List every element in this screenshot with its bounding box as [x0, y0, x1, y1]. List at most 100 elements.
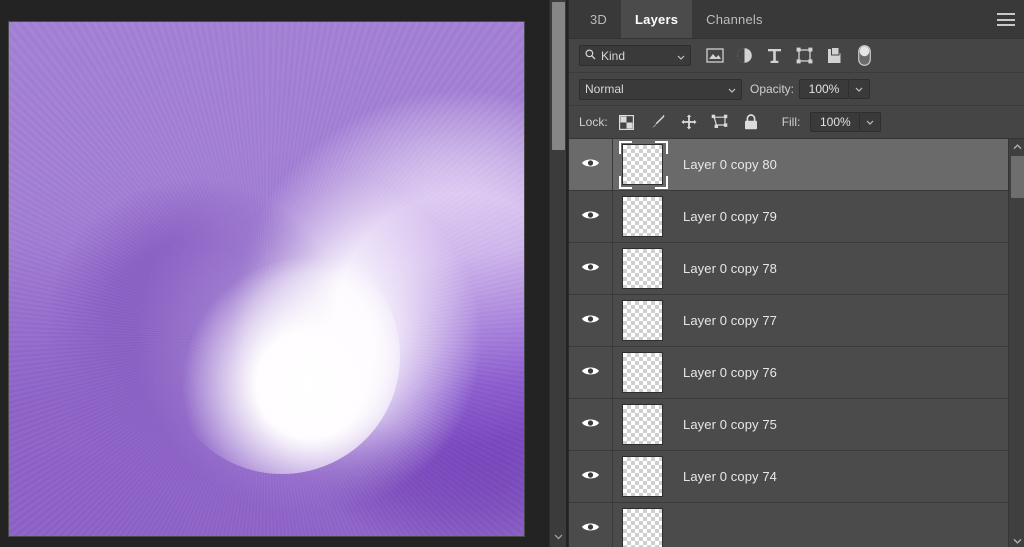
tab-channels[interactable]: Channels: [692, 0, 777, 38]
layer-thumbnail-cell[interactable]: [613, 347, 671, 398]
layer-visibility-toggle[interactable]: [569, 139, 613, 190]
layer-name-label: Layer 0 copy 79: [671, 209, 777, 224]
document-canvas-area[interactable]: [0, 0, 568, 547]
layers-panel-body: Kind: [569, 38, 1024, 547]
filter-toggle-switch[interactable]: [855, 46, 874, 65]
layer-thumbnail-cell[interactable]: [613, 243, 671, 294]
hamburger-menu-icon[interactable]: [997, 13, 1015, 26]
lock-image-pixels-icon[interactable]: [649, 113, 667, 131]
opacity-label: Opacity:: [750, 82, 794, 96]
layer-thumbnail[interactable]: [622, 300, 663, 341]
lock-label: Lock:: [579, 115, 608, 129]
filter-type-icons: [705, 46, 874, 65]
layer-row[interactable]: [569, 503, 1008, 547]
document-scrollbar-thumb[interactable]: [552, 2, 565, 150]
lock-artboard-nesting-icon[interactable]: [711, 113, 729, 131]
layer-visibility-toggle[interactable]: [569, 295, 613, 346]
photoshop-window: 3D Layers Channels Kind: [0, 0, 1024, 547]
layer-thumbnail[interactable]: [622, 352, 663, 393]
layer-thumbnail-cell[interactable]: [613, 295, 671, 346]
layer-visibility-toggle[interactable]: [569, 347, 613, 398]
lock-all-icon[interactable]: [742, 113, 760, 131]
chevron-up-icon[interactable]: [1009, 139, 1024, 154]
tab-3d[interactable]: 3D: [576, 0, 621, 38]
eye-icon: [581, 468, 600, 486]
opacity-input[interactable]: 100%: [799, 79, 849, 99]
chevron-down-icon[interactable]: [677, 49, 685, 63]
layer-thumbnail[interactable]: [622, 144, 663, 185]
panel-tab-bar: 3D Layers Channels: [569, 0, 1024, 38]
filter-smart-object-layers-icon[interactable]: [825, 46, 844, 65]
lock-position-icon[interactable]: [680, 113, 698, 131]
layers-vertical-scrollbar[interactable]: [1008, 139, 1024, 547]
fill-dropdown-chevron-down-icon[interactable]: [860, 112, 881, 132]
opacity-control: Opacity: 100%: [750, 79, 870, 99]
layer-row[interactable]: Layer 0 copy 79: [569, 191, 1008, 243]
blend-mode-value: Normal: [585, 82, 728, 96]
document-vertical-scrollbar[interactable]: [549, 0, 566, 547]
eye-icon: [581, 260, 600, 278]
eye-icon: [581, 156, 600, 174]
layer-thumbnail-cell[interactable]: [613, 191, 671, 242]
hamburger-line: [997, 24, 1015, 26]
layer-row[interactable]: Layer 0 copy 74: [569, 451, 1008, 503]
layer-row[interactable]: Layer 0 copy 76: [569, 347, 1008, 399]
layer-visibility-toggle[interactable]: [569, 191, 613, 242]
layer-visibility-toggle[interactable]: [569, 243, 613, 294]
eye-icon: [581, 416, 600, 434]
tab-3d-label: 3D: [590, 12, 607, 27]
filter-pixel-layers-icon[interactable]: [705, 46, 724, 65]
chevron-down-icon[interactable]: [728, 82, 736, 96]
layer-row[interactable]: Layer 0 copy 80: [569, 139, 1008, 191]
layer-thumbnail[interactable]: [622, 456, 663, 497]
layer-row[interactable]: Layer 0 copy 78: [569, 243, 1008, 295]
filter-shape-layers-icon[interactable]: [795, 46, 814, 65]
lock-icon-group: [618, 113, 760, 131]
layer-thumbnail[interactable]: [622, 196, 663, 237]
layers-panel: 3D Layers Channels Kind: [568, 0, 1024, 547]
tab-bar-spacer: [569, 0, 576, 38]
filter-kind-label: Kind: [601, 49, 672, 63]
layer-list[interactable]: Layer 0 copy 80 Layer 0 copy 79 Layer 0 co…: [569, 139, 1024, 547]
layer-thumbnail[interactable]: [622, 248, 663, 289]
hamburger-line: [997, 13, 1015, 15]
layer-visibility-toggle[interactable]: [569, 451, 613, 502]
layer-name-label: Layer 0 copy 80: [671, 157, 777, 172]
chevron-down-icon[interactable]: [550, 529, 567, 545]
blend-mode-row: Normal Opacity: 100%: [569, 73, 1024, 106]
layer-thumbnail-cell[interactable]: [613, 399, 671, 450]
eye-icon: [581, 208, 600, 226]
layer-name-label: Layer 0 copy 75: [671, 417, 777, 432]
layer-name-label: Layer 0 copy 77: [671, 313, 777, 328]
document-image[interactable]: [8, 21, 525, 537]
hamburger-line: [997, 19, 1015, 21]
eye-icon: [581, 520, 600, 538]
fill-control: Fill: 100%: [782, 112, 882, 132]
filter-kind-dropdown[interactable]: Kind: [579, 45, 691, 66]
filter-adjustment-layers-icon[interactable]: [735, 46, 754, 65]
chevron-down-icon[interactable]: [1009, 533, 1024, 547]
layer-row[interactable]: Layer 0 copy 75: [569, 399, 1008, 451]
tab-layers[interactable]: Layers: [621, 0, 692, 38]
tab-layers-label: Layers: [635, 12, 678, 27]
filter-type-layers-icon[interactable]: [765, 46, 784, 65]
artwork-spiral-swirl: [9, 22, 524, 536]
layer-thumbnail-cell[interactable]: [613, 139, 671, 190]
layer-thumbnail[interactable]: [622, 404, 663, 445]
layer-name-label: Layer 0 copy 74: [671, 469, 777, 484]
layer-thumbnail-cell[interactable]: [613, 451, 671, 502]
layer-thumbnail-cell[interactable]: [613, 503, 671, 547]
blend-mode-dropdown[interactable]: Normal: [579, 79, 742, 100]
layer-visibility-toggle[interactable]: [569, 503, 613, 547]
search-icon: [585, 49, 596, 63]
layers-scrollbar-thumb[interactable]: [1011, 156, 1024, 198]
fill-input[interactable]: 100%: [810, 112, 860, 132]
lock-transparent-pixels-icon[interactable]: [618, 113, 636, 131]
opacity-dropdown-chevron-down-icon[interactable]: [849, 79, 870, 99]
layer-visibility-toggle[interactable]: [569, 399, 613, 450]
layer-filter-row: Kind: [569, 39, 1024, 73]
layer-name-label: Layer 0 copy 76: [671, 365, 777, 380]
eye-icon: [581, 312, 600, 330]
layer-row[interactable]: Layer 0 copy 77: [569, 295, 1008, 347]
layer-thumbnail[interactable]: [622, 508, 663, 547]
